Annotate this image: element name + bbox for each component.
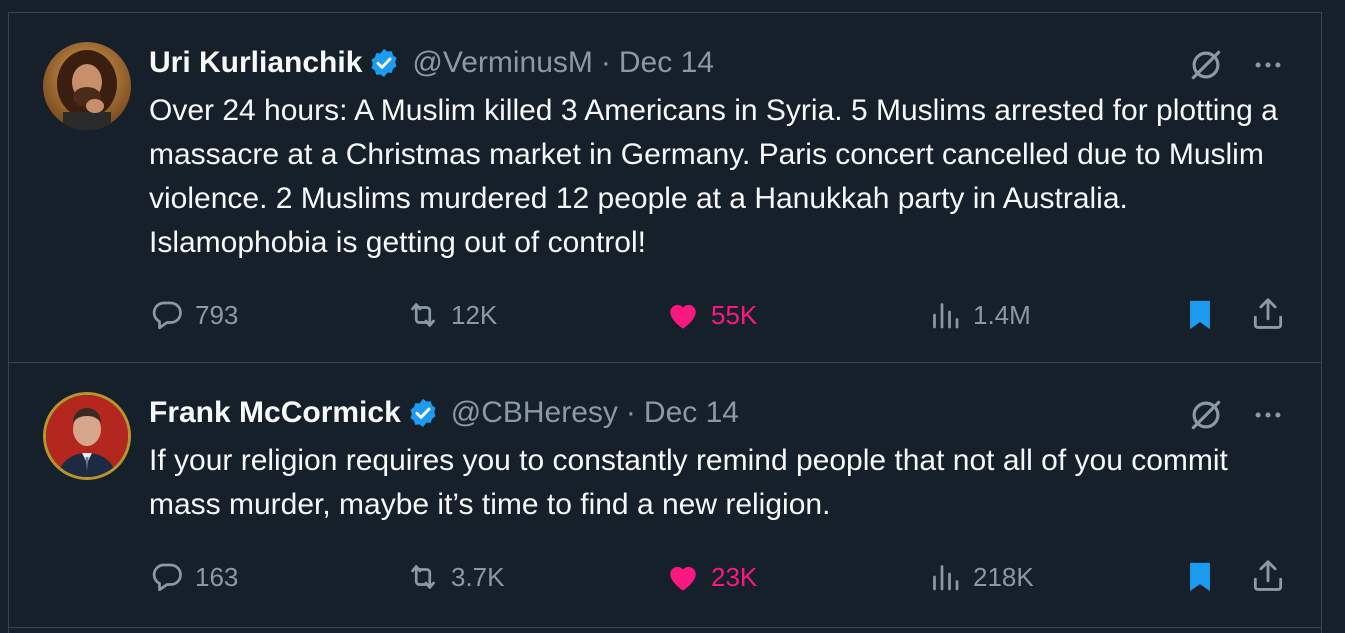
heart-icon (670, 566, 696, 591)
tweet-actions: 793 12K 55K 1.4M (149, 295, 1299, 335)
tweet-text: Over 24 hours: A Muslim killed 3 America… (149, 94, 1278, 259)
reply-button[interactable]: 793 (149, 295, 238, 335)
tweet-actions: 163 3.7K 23K 218K (149, 557, 1299, 597)
view-count: 1.4M (973, 299, 1031, 330)
reply-icon (152, 563, 182, 592)
repost-button[interactable]: 3.7K (405, 557, 505, 597)
separator: · (600, 46, 611, 79)
like-button[interactable]: 23K (665, 557, 757, 597)
retweet-icon (411, 565, 435, 589)
timestamp[interactable]: Dec 14 (644, 396, 739, 430)
views-icon (933, 565, 959, 591)
verified-badge-icon (371, 49, 397, 77)
avatar[interactable] (43, 392, 131, 480)
grok-icon[interactable] (1187, 46, 1225, 84)
views-icon (933, 303, 959, 329)
like-button[interactable]: 55K (665, 295, 757, 335)
tweet-header: Frank McCormick @CBHeresy · Dec 14 (149, 393, 739, 433)
tweet[interactable]: Frank McCormick @CBHeresy · Dec 14 If yo… (9, 363, 1321, 628)
heart-icon (670, 304, 696, 329)
timeline: Uri Kurlianchik @VerminusM · Dec 14 Over… (8, 12, 1322, 633)
reply-count: 793 (195, 299, 239, 330)
display-name[interactable]: Uri Kurlianchik (149, 46, 362, 80)
repost-button[interactable]: 12K (405, 295, 497, 335)
display-name[interactable]: Frank McCormick (149, 396, 401, 430)
repost-count: 12K (451, 299, 498, 330)
grok-icon[interactable] (1187, 396, 1225, 434)
like-count: 55K (711, 299, 758, 330)
avatar[interactable] (43, 42, 131, 130)
views-button[interactable]: 218K (927, 557, 1034, 597)
views-button[interactable]: 1.4M (927, 295, 1031, 335)
timestamp[interactable]: Dec 14 (619, 46, 714, 80)
share-icon[interactable] (1249, 557, 1287, 595)
bookmark-icon[interactable] (1183, 559, 1217, 595)
bookmark-icon[interactable] (1183, 297, 1217, 333)
view-count: 218K (973, 561, 1034, 592)
tweet-header: Uri Kurlianchik @VerminusM · Dec 14 (149, 43, 714, 83)
handle[interactable]: @VerminusM (412, 46, 593, 80)
repost-count: 3.7K (451, 561, 505, 592)
tweet-text: If your religion requires you to constan… (149, 444, 1228, 521)
share-icon[interactable] (1249, 295, 1287, 333)
separator: · (625, 396, 636, 429)
reply-icon (152, 301, 182, 330)
more-icon[interactable] (1251, 48, 1285, 82)
verified-badge-icon (410, 399, 436, 427)
more-icon[interactable] (1251, 398, 1285, 432)
reply-count: 163 (195, 561, 239, 592)
handle[interactable]: @CBHeresy (451, 396, 618, 430)
like-count: 23K (711, 561, 758, 592)
retweet-icon (411, 303, 435, 327)
reply-button[interactable]: 163 (149, 557, 238, 597)
tweet[interactable]: Uri Kurlianchik @VerminusM · Dec 14 Over… (9, 13, 1321, 363)
